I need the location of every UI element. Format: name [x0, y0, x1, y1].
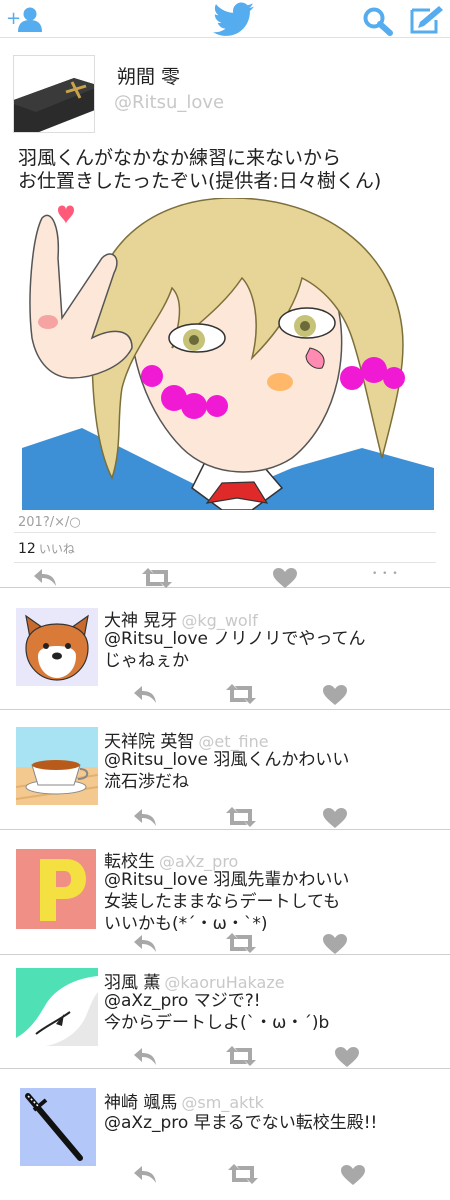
retweet-icon[interactable]: [224, 1046, 258, 1070]
katana-avatar-image: [20, 1088, 96, 1166]
add-user-icon[interactable]: +: [6, 6, 42, 32]
tweet-date: 201?/×/○: [18, 515, 81, 530]
avatar[interactable]: [16, 968, 98, 1046]
tweet-actions: [0, 805, 450, 829]
tweet-actions: [0, 1044, 450, 1068]
like-icon[interactable]: [340, 1164, 366, 1190]
top-bar: +: [0, 0, 450, 38]
avatar[interactable]: [16, 849, 96, 929]
search-icon[interactable]: [362, 6, 394, 40]
avatar[interactable]: [13, 55, 95, 133]
tweet-text: @Ritsu_love 羽風先輩かわいい 女装したままならデートしても いいかも…: [104, 870, 350, 934]
tweet-actions: [0, 1162, 450, 1186]
author-name: 神崎 颯馬 @sm_aktk: [104, 1088, 264, 1113]
reply-tweet[interactable]: 羽風 薫 @kaoruHakaze @aXz_pro マジで?! 今からデートしよ…: [0, 956, 450, 1069]
tweet-text: 羽風くんがなかなか練習に来ないから お仕置きしたったぞい(提供者:日々樹くん): [18, 147, 382, 192]
reply-icon[interactable]: [132, 933, 158, 957]
reply-icon[interactable]: [132, 1046, 158, 1070]
tweet-text: @Ritsu_love 羽風くんかわいい 流石渉だね: [104, 750, 350, 792]
avatar[interactable]: [20, 1088, 96, 1166]
tweet-actions: • • •: [0, 563, 450, 588]
like-icon[interactable]: [322, 807, 348, 833]
tweet-text: @aXz_pro マジで?! 今からデートしよ(`・ω・´)b: [104, 991, 330, 1033]
reply-icon[interactable]: [132, 807, 158, 831]
retweet-icon[interactable]: [224, 933, 258, 957]
author-handle: @sm_aktk: [181, 1093, 264, 1112]
divider: [14, 532, 436, 533]
wave-avatar-image: [16, 968, 98, 1046]
tweet-actions: [0, 682, 450, 706]
tweet-photo[interactable]: [22, 198, 434, 510]
tweet-text: @aXz_pro 早まるでない転校生殿!!: [104, 1113, 378, 1133]
main-tweet: 朔間 零 @Ritsu_love 羽風くんがなかなか練習に来ないから お仕置きし…: [0, 40, 450, 588]
avatar[interactable]: [16, 608, 98, 686]
teacup-avatar-image: [16, 727, 98, 805]
twitter-bird-icon[interactable]: [213, 2, 255, 40]
reply-icon[interactable]: [132, 684, 158, 708]
like-icon[interactable]: [334, 1046, 360, 1072]
likes-label: いいね: [38, 542, 75, 556]
coffin-avatar-image: [14, 78, 94, 132]
reply-tweet[interactable]: 神崎 颯馬 @sm_aktk @aXz_pro 早まるでない転校生殿!!: [0, 1070, 450, 1200]
reply-icon[interactable]: [132, 1164, 158, 1188]
avatar[interactable]: [16, 727, 98, 805]
likes-summary[interactable]: 12 いいね: [18, 540, 75, 557]
author-name: 朔間 零: [117, 66, 181, 88]
author-display-name: 神崎 颯馬: [104, 1093, 178, 1113]
retweet-icon[interactable]: [224, 684, 258, 708]
tweet-text: @Ritsu_love ノリノリでやってん じゃねぇか: [104, 629, 366, 671]
reply-tweet[interactable]: 天祥院 英智 @et_fine @Ritsu_love 羽風くんかわいい 流石渉だ…: [0, 711, 450, 830]
likes-count: 12: [18, 541, 36, 557]
retweet-icon[interactable]: [224, 807, 258, 831]
letter-p-avatar-image: [16, 849, 96, 929]
compose-icon[interactable]: [408, 4, 446, 40]
more-icon[interactable]: • • •: [372, 569, 399, 579]
author-handle: @Ritsu_love: [114, 92, 225, 113]
reply-tweet[interactable]: 大神 晃牙 @kg_wolf @Ritsu_love ノリノリでやってん じゃねぇ…: [0, 590, 450, 710]
reply-tweet[interactable]: 転校生 @aXz_pro @Ritsu_love 羽風先輩かわいい 女装したままな…: [0, 831, 450, 955]
tweet-actions: [0, 931, 450, 955]
anime-illustration: [22, 198, 434, 510]
retweet-icon[interactable]: [140, 568, 174, 592]
reply-icon[interactable]: [32, 567, 58, 591]
dog-avatar-image: [16, 608, 98, 686]
retweet-icon[interactable]: [226, 1164, 260, 1188]
like-icon[interactable]: [322, 684, 348, 710]
